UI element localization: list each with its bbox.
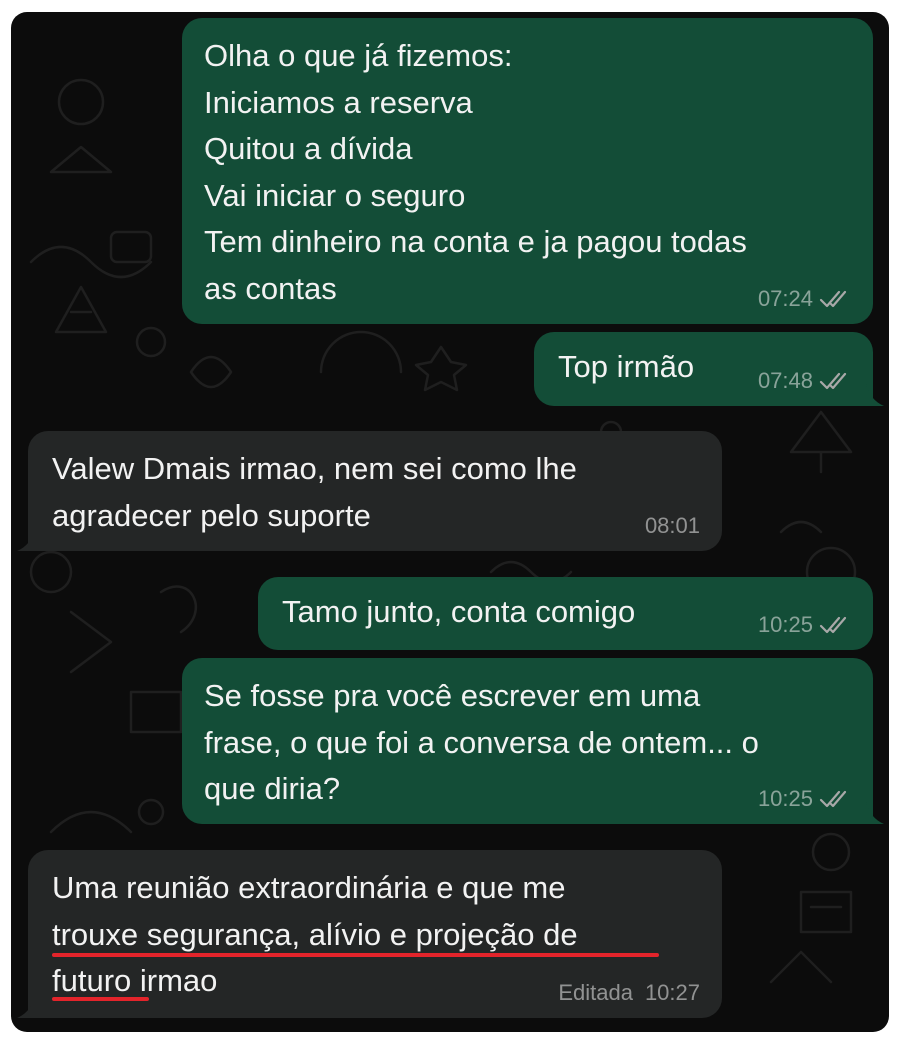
highlight-underline (52, 997, 149, 1001)
edited-label: Editada (558, 980, 633, 1005)
chat-conversation: Olha o que já fizemos: Iniciamos a reser… (11, 12, 889, 1032)
message-time: 10:27 (644, 980, 700, 1005)
message-time: 07:24 (757, 286, 813, 311)
message-time: 10:25 (757, 786, 813, 811)
message-meta: 08:01 (645, 513, 700, 539)
message-text: Se fosse pra você escrever em uma frase,… (204, 678, 759, 806)
message-bubble-outgoing[interactable]: Olha o que já fizemos: Iniciamos a reser… (182, 18, 873, 324)
highlight-underline (52, 953, 659, 957)
message-bubble-outgoing[interactable]: Top irmão 07:48 (534, 332, 873, 406)
message-time: 08:01 (644, 513, 700, 538)
message-bubble-incoming[interactable]: Uma reunião extraordinária e que me trou… (28, 850, 722, 1018)
message-text: Valew Dmais irmao, nem sei como lhe agra… (52, 451, 577, 533)
message-bubble-incoming[interactable]: Valew Dmais irmao, nem sei como lhe agra… (28, 431, 722, 551)
read-double-check-icon (819, 290, 847, 308)
message-meta: 07:24 (758, 286, 851, 312)
message-text: Olha o que já fizemos: Iniciamos a reser… (204, 38, 747, 306)
read-double-check-icon (819, 790, 847, 808)
message-time: 10:25 (757, 612, 813, 637)
read-double-check-icon (819, 372, 847, 390)
message-meta: 10:25 (758, 612, 851, 638)
message-time: 07:48 (757, 368, 813, 393)
message-bubble-outgoing[interactable]: Se fosse pra você escrever em uma frase,… (182, 658, 873, 824)
message-meta: Editada 10:27 (558, 980, 700, 1006)
read-double-check-icon (819, 616, 847, 634)
message-meta: 10:25 (758, 786, 851, 812)
bubble-tail (17, 996, 35, 1018)
message-bubble-outgoing[interactable]: Tamo junto, conta comigo 10:25 (258, 577, 873, 650)
message-meta: 07:48 (758, 368, 851, 394)
bubble-tail (866, 384, 884, 406)
bubble-tail (866, 802, 884, 824)
bubble-tail (17, 529, 35, 551)
